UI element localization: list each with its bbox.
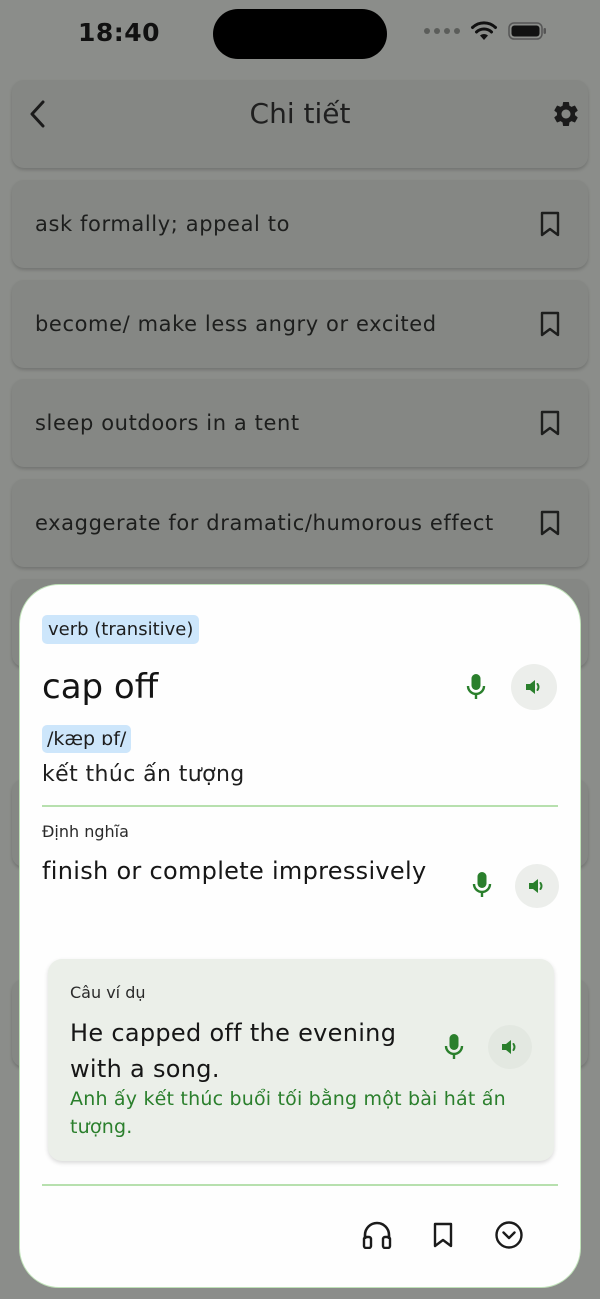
record-example-button[interactable] bbox=[432, 1025, 476, 1069]
app-header: Chi tiết bbox=[0, 80, 600, 150]
speaker-icon bbox=[502, 1040, 516, 1054]
bookmark-button[interactable] bbox=[535, 309, 565, 339]
example-translation: Anh ấy kết thúc buổi tối bằng một bài há… bbox=[70, 1088, 506, 1138]
expand-button[interactable] bbox=[489, 1215, 529, 1255]
word-title: cap off bbox=[42, 667, 159, 707]
list-item-text: ask formally; appeal to bbox=[35, 212, 291, 236]
sheet-action-bar bbox=[20, 1205, 582, 1261]
bookmark-icon bbox=[540, 510, 560, 536]
status-icons bbox=[424, 20, 548, 42]
microphone-icon bbox=[444, 1034, 464, 1059]
definition-label: Định nghĩa bbox=[42, 822, 129, 841]
divider bbox=[42, 1184, 558, 1186]
example-card: Câu ví dụ He capped off the evening with… bbox=[48, 959, 554, 1161]
settings-button[interactable] bbox=[546, 94, 586, 134]
record-definition-button[interactable] bbox=[460, 863, 504, 907]
wifi-icon bbox=[471, 21, 497, 40]
battery-icon bbox=[508, 22, 546, 40]
divider bbox=[42, 805, 558, 807]
bookmark-icon bbox=[540, 410, 560, 436]
play-definition-button[interactable] bbox=[515, 864, 559, 908]
ipa-tag: /kæp ɒf/ bbox=[42, 725, 132, 753]
part-of-speech-tag: verb (transitive) bbox=[42, 615, 200, 644]
bookmark-icon bbox=[433, 1222, 453, 1248]
gear-icon bbox=[554, 102, 578, 126]
example-sentence: He capped off the evening with a song. bbox=[70, 1019, 397, 1083]
record-word-button[interactable] bbox=[454, 665, 498, 709]
chevron-down-circle-icon bbox=[495, 1221, 523, 1249]
list-item-text: become/ make less angry or excited bbox=[35, 312, 437, 336]
speaker-icon bbox=[529, 879, 543, 893]
bookmark-icon bbox=[540, 311, 560, 337]
list-item[interactable]: become/ make less angry or excited bbox=[12, 280, 588, 368]
list-item[interactable]: exaggerate for dramatic/humorous effect bbox=[12, 479, 588, 567]
microphone-icon bbox=[472, 872, 492, 897]
vietnamese-meaning: kết thúc ấn tượng bbox=[42, 762, 245, 787]
microphone-icon bbox=[466, 674, 486, 699]
headphones-icon bbox=[362, 1221, 392, 1249]
status-time: 18:40 bbox=[78, 18, 161, 47]
word-detail-sheet: verb (transitive) cap off /kæp ɒf/ kết t… bbox=[19, 584, 581, 1288]
dynamic-island bbox=[213, 9, 387, 59]
list-item[interactable]: sleep outdoors in a tent bbox=[12, 379, 588, 467]
status-bar: 18:40 bbox=[0, 0, 600, 70]
list-item-text: exaggerate for dramatic/humorous effect bbox=[35, 511, 494, 535]
list-item-text: sleep outdoors in a tent bbox=[35, 411, 300, 435]
definition-text: finish or complete impressively bbox=[42, 857, 427, 885]
bookmark-button[interactable] bbox=[535, 408, 565, 438]
list-item[interactable]: ask formally; appeal to bbox=[12, 180, 588, 268]
listen-button[interactable] bbox=[357, 1215, 397, 1255]
page-title: Chi tiết bbox=[249, 97, 351, 130]
speaker-icon bbox=[526, 680, 540, 694]
play-example-button[interactable] bbox=[488, 1025, 532, 1069]
bookmark-word-button[interactable] bbox=[423, 1215, 463, 1255]
example-label: Câu ví dụ bbox=[70, 983, 146, 1002]
bookmark-button[interactable] bbox=[535, 508, 565, 538]
cellular-signal-icon bbox=[424, 28, 460, 34]
play-word-button[interactable] bbox=[511, 664, 557, 710]
bookmark-icon bbox=[540, 211, 560, 237]
bookmark-button[interactable] bbox=[535, 209, 565, 239]
